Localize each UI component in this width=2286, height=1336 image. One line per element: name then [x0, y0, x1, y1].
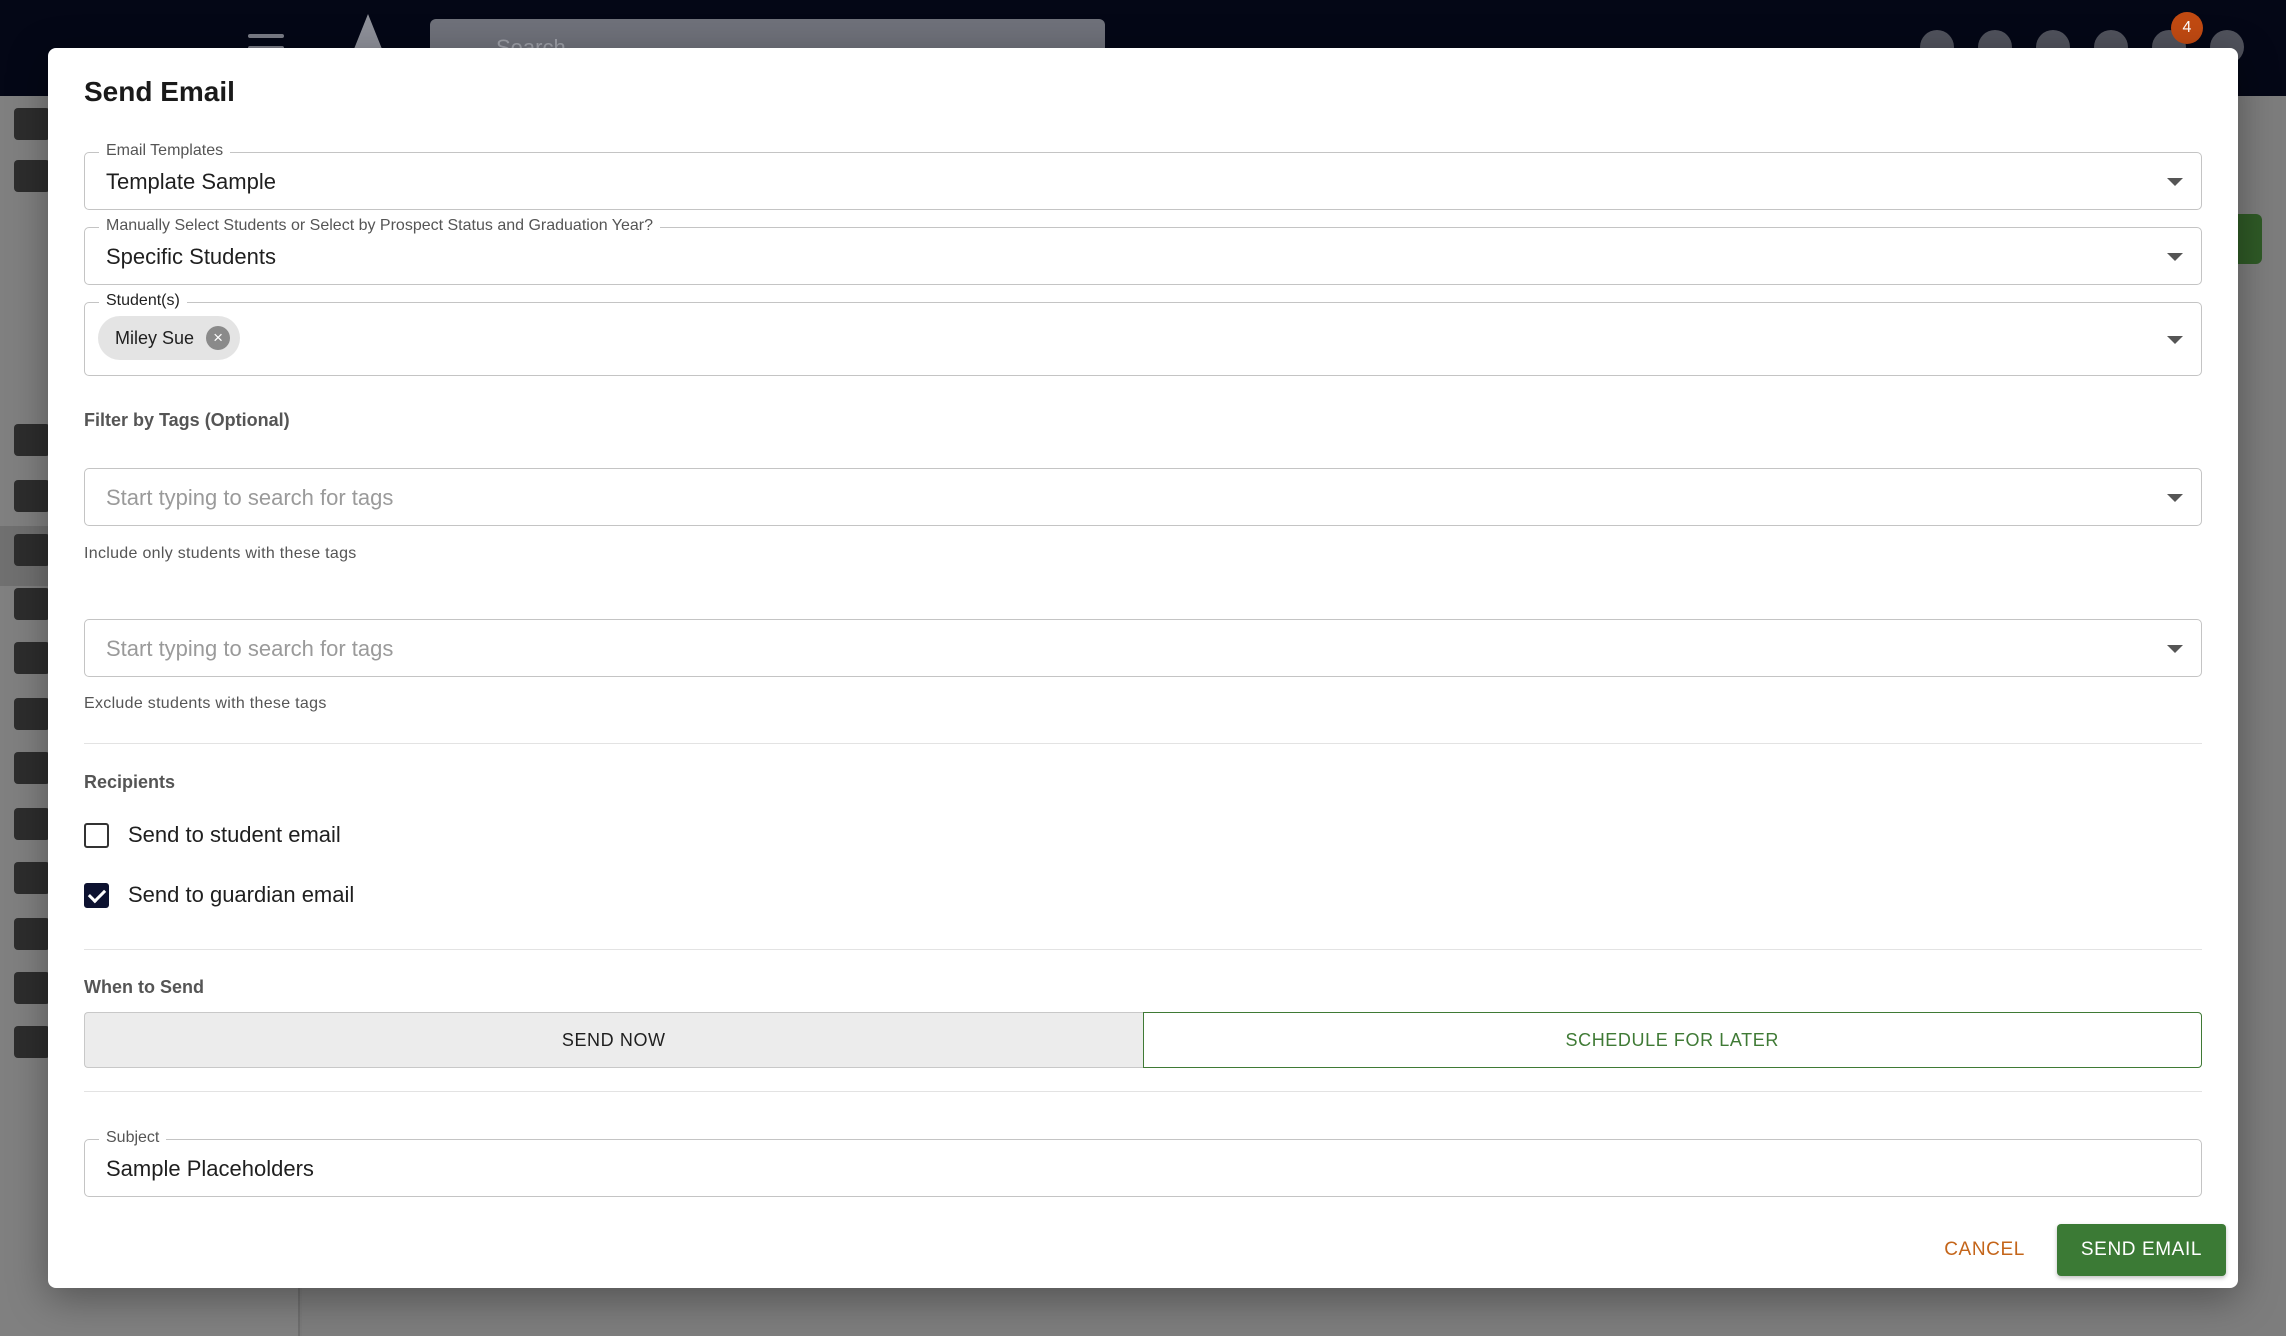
- student-email-checkbox[interactable]: Send to student email: [84, 822, 341, 848]
- recipients-heading: Recipients: [84, 772, 176, 792]
- divider: [84, 949, 2202, 950]
- student-email-label: Send to student email: [128, 822, 341, 847]
- chevron-down-icon[interactable]: [2167, 253, 2183, 261]
- chevron-down-icon[interactable]: [2167, 645, 2183, 653]
- send-email-dialog: Send Email Email Templates Template Samp…: [48, 48, 2238, 1288]
- checkbox-unchecked-icon[interactable]: [84, 822, 109, 848]
- cancel-button[interactable]: CANCEL: [1922, 1227, 2047, 1273]
- list-icon[interactable]: [14, 642, 50, 674]
- mail-icon[interactable]: [14, 918, 50, 950]
- checklist-icon[interactable]: [14, 588, 50, 620]
- dialog-actions: CANCEL SEND EMAIL: [1922, 1224, 2226, 1276]
- selection-mode-select[interactable]: Manually Select Students or Select by Pr…: [84, 217, 2202, 285]
- students-label: Student(s): [99, 292, 187, 310]
- dialog-title: Send Email: [84, 76, 235, 107]
- filter-tags-heading: Filter by Tags (Optional): [84, 410, 290, 430]
- send-now-option[interactable]: SEND NOW: [84, 1012, 1143, 1068]
- chevron-down-icon[interactable]: [2167, 336, 2183, 344]
- divider: [84, 743, 2202, 744]
- send-timing-toggle: SEND NOW SCHEDULE FOR LATER: [84, 1012, 2202, 1068]
- student-chip-label: Miley Sue: [115, 327, 195, 348]
- selection-mode-label: Manually Select Students or Select by Pr…: [99, 217, 660, 235]
- dashboard-icon[interactable]: [14, 108, 50, 140]
- feedback-icon[interactable]: [14, 1026, 50, 1058]
- dollar-icon[interactable]: [14, 972, 50, 1004]
- notification-badge: 4: [2171, 12, 2203, 44]
- when-to-send-heading: When to Send: [84, 977, 204, 997]
- columns-icon[interactable]: [14, 480, 50, 512]
- exclude-tags-placeholder: Start typing to search for tags: [106, 636, 394, 661]
- school-icon[interactable]: [14, 424, 50, 456]
- checkbox-checked-icon[interactable]: [84, 882, 109, 908]
- subject-label: Subject: [99, 1129, 167, 1147]
- email-templates-value: Template Sample: [106, 169, 276, 194]
- subject-input[interactable]: Subject Sample Placeholders: [84, 1129, 2202, 1197]
- video-library-icon[interactable]: [14, 698, 50, 730]
- people-icon[interactable]: [14, 160, 50, 192]
- subject-value: Sample Placeholders: [106, 1156, 314, 1181]
- include-tags-input[interactable]: Start typing to search for tags: [84, 468, 2202, 526]
- exclude-tags-helper: Exclude students with these tags: [84, 695, 327, 712]
- merge-icon[interactable]: [14, 752, 50, 784]
- recruiting-icon[interactable]: [14, 534, 50, 566]
- reading-icon[interactable]: [14, 808, 50, 840]
- student-chip[interactable]: Miley Sue ×: [98, 316, 241, 360]
- exclude-tags-input[interactable]: Start typing to search for tags: [84, 619, 2202, 677]
- chevron-down-icon[interactable]: [2167, 178, 2183, 186]
- send-email-button[interactable]: SEND EMAIL: [2056, 1224, 2226, 1276]
- schedule-later-option[interactable]: SCHEDULE FOR LATER: [1142, 1012, 2202, 1068]
- guardian-email-checkbox[interactable]: Send to guardian email: [84, 882, 354, 908]
- email-templates-label: Email Templates: [99, 142, 231, 160]
- chevron-down-icon[interactable]: [2167, 494, 2183, 502]
- divider: [84, 1091, 2202, 1092]
- remove-chip-icon[interactable]: ×: [206, 326, 231, 350]
- students-autocomplete[interactable]: Student(s) Miley Sue ×: [84, 292, 2202, 376]
- email-templates-select[interactable]: Email Templates Template Sample: [84, 142, 2202, 210]
- guardian-email-label: Send to guardian email: [128, 882, 355, 907]
- include-tags-helper: Include only students with these tags: [84, 545, 357, 562]
- document-icon[interactable]: [14, 862, 50, 894]
- selection-mode-value: Specific Students: [106, 244, 276, 269]
- include-tags-placeholder: Start typing to search for tags: [106, 485, 394, 510]
